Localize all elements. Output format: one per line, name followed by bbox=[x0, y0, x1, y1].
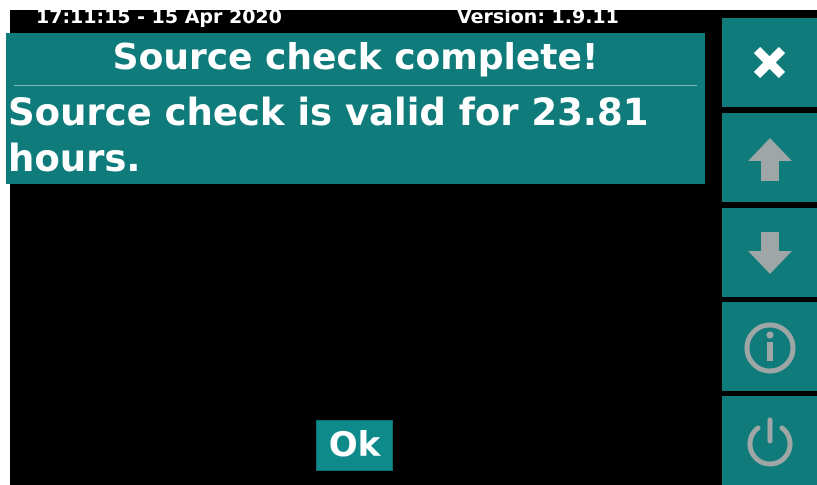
status-bar: 17:11:15 - 15 Apr 2020 Version: 1.9.11 bbox=[10, 0, 720, 32]
power-button[interactable] bbox=[722, 396, 817, 485]
version-label: Version: 1.9.11 bbox=[457, 6, 619, 28]
power-icon bbox=[747, 417, 793, 467]
info-icon bbox=[744, 322, 796, 374]
dialog-divider bbox=[14, 85, 697, 86]
message-dialog: Source check complete! Source check is v… bbox=[6, 33, 705, 184]
close-button[interactable] bbox=[722, 18, 817, 107]
arrow-up-icon bbox=[748, 138, 792, 181]
close-icon bbox=[753, 46, 786, 79]
scroll-down-button[interactable] bbox=[722, 208, 817, 297]
ok-button[interactable]: Ok bbox=[316, 420, 393, 471]
arrow-down-icon bbox=[748, 232, 792, 274]
scroll-up-button[interactable] bbox=[722, 113, 817, 202]
dialog-title: Source check complete! bbox=[112, 37, 599, 78]
dialog-message: Source check is valid for 23.81 hours. bbox=[8, 91, 649, 180]
clock-readout: 17:11:15 - 15 Apr 2020 bbox=[36, 6, 282, 28]
info-button[interactable] bbox=[722, 302, 817, 391]
